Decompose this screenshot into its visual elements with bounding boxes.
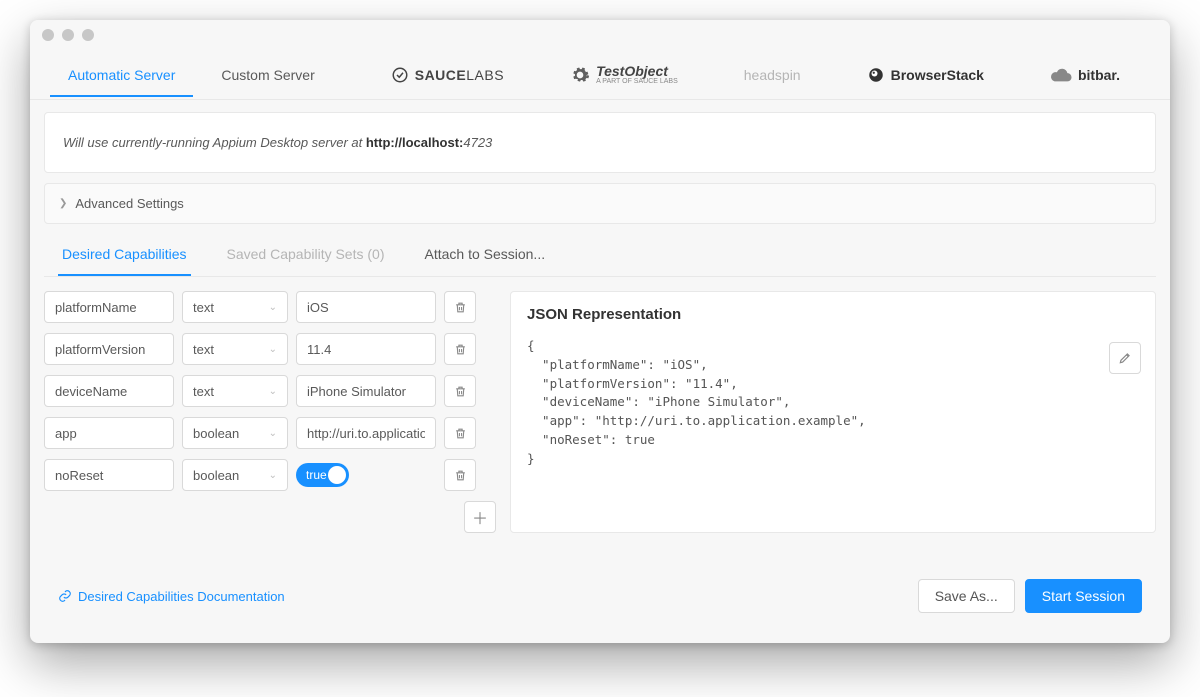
trash-icon	[454, 301, 467, 314]
edit-json-button[interactable]	[1109, 342, 1141, 374]
capabilities-editor: text ⌄ text ⌄ text ⌄	[44, 291, 496, 533]
pencil-icon	[1118, 351, 1132, 365]
cap-type-select[interactable]: boolean ⌄	[182, 417, 288, 449]
tab-custom-server[interactable]: Custom Server	[203, 53, 332, 97]
cap-name-input[interactable]	[44, 333, 174, 365]
cap-name-input[interactable]	[44, 291, 174, 323]
chevron-right-icon: ❯	[59, 198, 67, 209]
info-host: http://localhost:	[366, 135, 464, 150]
zoom-icon[interactable]	[82, 29, 94, 41]
minimize-icon[interactable]	[62, 29, 74, 41]
info-port: 4723	[463, 135, 492, 150]
cap-type-label: text	[193, 342, 214, 357]
chevron-down-icon: ⌄	[269, 386, 277, 397]
cap-row: text ⌄	[44, 375, 496, 407]
tab-desired-capabilities[interactable]: Desired Capabilities	[58, 234, 191, 276]
cap-value-toggle[interactable]: true	[296, 463, 349, 487]
info-prefix: Will use currently-running Appium Deskto…	[63, 135, 366, 150]
close-icon[interactable]	[42, 29, 54, 41]
testobject-sub: A PART OF SAUCE LABS	[596, 78, 678, 85]
tab-browserstack[interactable]: BrowserStack	[849, 52, 1002, 98]
delete-cap-button[interactable]	[444, 291, 476, 323]
tab-bitbar[interactable]: bitbar.	[1032, 53, 1138, 97]
trash-icon	[454, 427, 467, 440]
browserstack-label: BrowserStack	[891, 67, 984, 83]
app-window: Automatic Server Custom Server SAUCELABS…	[30, 20, 1170, 643]
docs-link[interactable]: Desired Capabilities Documentation	[58, 589, 285, 604]
trash-icon	[454, 469, 467, 482]
json-panel: JSON Representation { "platformName": "i…	[510, 291, 1156, 533]
cap-value-input[interactable]	[296, 417, 436, 449]
cap-value-input[interactable]	[296, 333, 436, 365]
tab-automatic-server[interactable]: Automatic Server	[50, 53, 193, 97]
server-tabs: Automatic Server Custom Server SAUCELABS…	[30, 50, 1170, 100]
delete-cap-button[interactable]	[444, 333, 476, 365]
server-info-box: Will use currently-running Appium Deskto…	[44, 112, 1156, 173]
json-title: JSON Representation	[527, 306, 1139, 323]
cap-type-select[interactable]: text ⌄	[182, 291, 288, 323]
cap-row: boolean ⌄ true	[44, 459, 496, 491]
cap-row: text ⌄	[44, 291, 496, 323]
add-cap-button[interactable]: ＋	[464, 501, 496, 533]
chevron-down-icon: ⌄	[269, 470, 277, 481]
cap-type-label: text	[193, 300, 214, 315]
json-body: { "platformName": "iOS", "platformVersio…	[527, 337, 1139, 468]
gear-icon	[570, 65, 590, 85]
cloud-icon	[1050, 67, 1072, 83]
cap-value-input[interactable]	[296, 291, 436, 323]
advanced-label: Advanced Settings	[75, 196, 183, 211]
delete-cap-button[interactable]	[444, 375, 476, 407]
cap-name-input[interactable]	[44, 417, 174, 449]
cap-value-input[interactable]	[296, 375, 436, 407]
saucelabs-icon	[391, 66, 409, 84]
cap-name-input[interactable]	[44, 375, 174, 407]
titlebar	[30, 20, 1170, 50]
delete-cap-button[interactable]	[444, 459, 476, 491]
capability-tabs: Desired Capabilities Saved Capability Se…	[44, 234, 1156, 277]
tab-saucelabs[interactable]: SAUCELABS	[373, 52, 522, 98]
trash-icon	[454, 385, 467, 398]
docs-link-label: Desired Capabilities Documentation	[78, 589, 285, 604]
chevron-down-icon: ⌄	[269, 428, 277, 439]
tab-headspin[interactable]: headspin	[726, 53, 819, 97]
cap-row: boolean ⌄	[44, 417, 496, 449]
testobject-label: TestObject	[596, 64, 678, 78]
tab-testobject[interactable]: TestObject A PART OF SAUCE LABS	[552, 50, 696, 99]
bitbar-label: bitbar.	[1078, 67, 1120, 83]
browserstack-icon	[867, 66, 885, 84]
cap-type-select[interactable]: text ⌄	[182, 375, 288, 407]
cap-type-select[interactable]: text ⌄	[182, 333, 288, 365]
trash-icon	[454, 343, 467, 356]
save-as-button[interactable]: Save As...	[918, 579, 1015, 613]
cap-type-select[interactable]: boolean ⌄	[182, 459, 288, 491]
cap-row: text ⌄	[44, 333, 496, 365]
cap-type-label: text	[193, 384, 214, 399]
plus-icon: ＋	[472, 505, 488, 529]
start-session-button[interactable]: Start Session	[1025, 579, 1142, 613]
chevron-down-icon: ⌄	[269, 344, 277, 355]
tab-saved-sets[interactable]: Saved Capability Sets (0)	[223, 234, 389, 276]
advanced-settings-toggle[interactable]: ❯ Advanced Settings	[44, 183, 1156, 224]
chevron-down-icon: ⌄	[269, 302, 277, 313]
tab-attach-session[interactable]: Attach to Session...	[420, 234, 549, 276]
link-icon	[58, 589, 72, 603]
cap-name-input[interactable]	[44, 459, 174, 491]
delete-cap-button[interactable]	[444, 417, 476, 449]
cap-type-label: boolean	[193, 426, 239, 441]
cap-type-label: boolean	[193, 468, 239, 483]
